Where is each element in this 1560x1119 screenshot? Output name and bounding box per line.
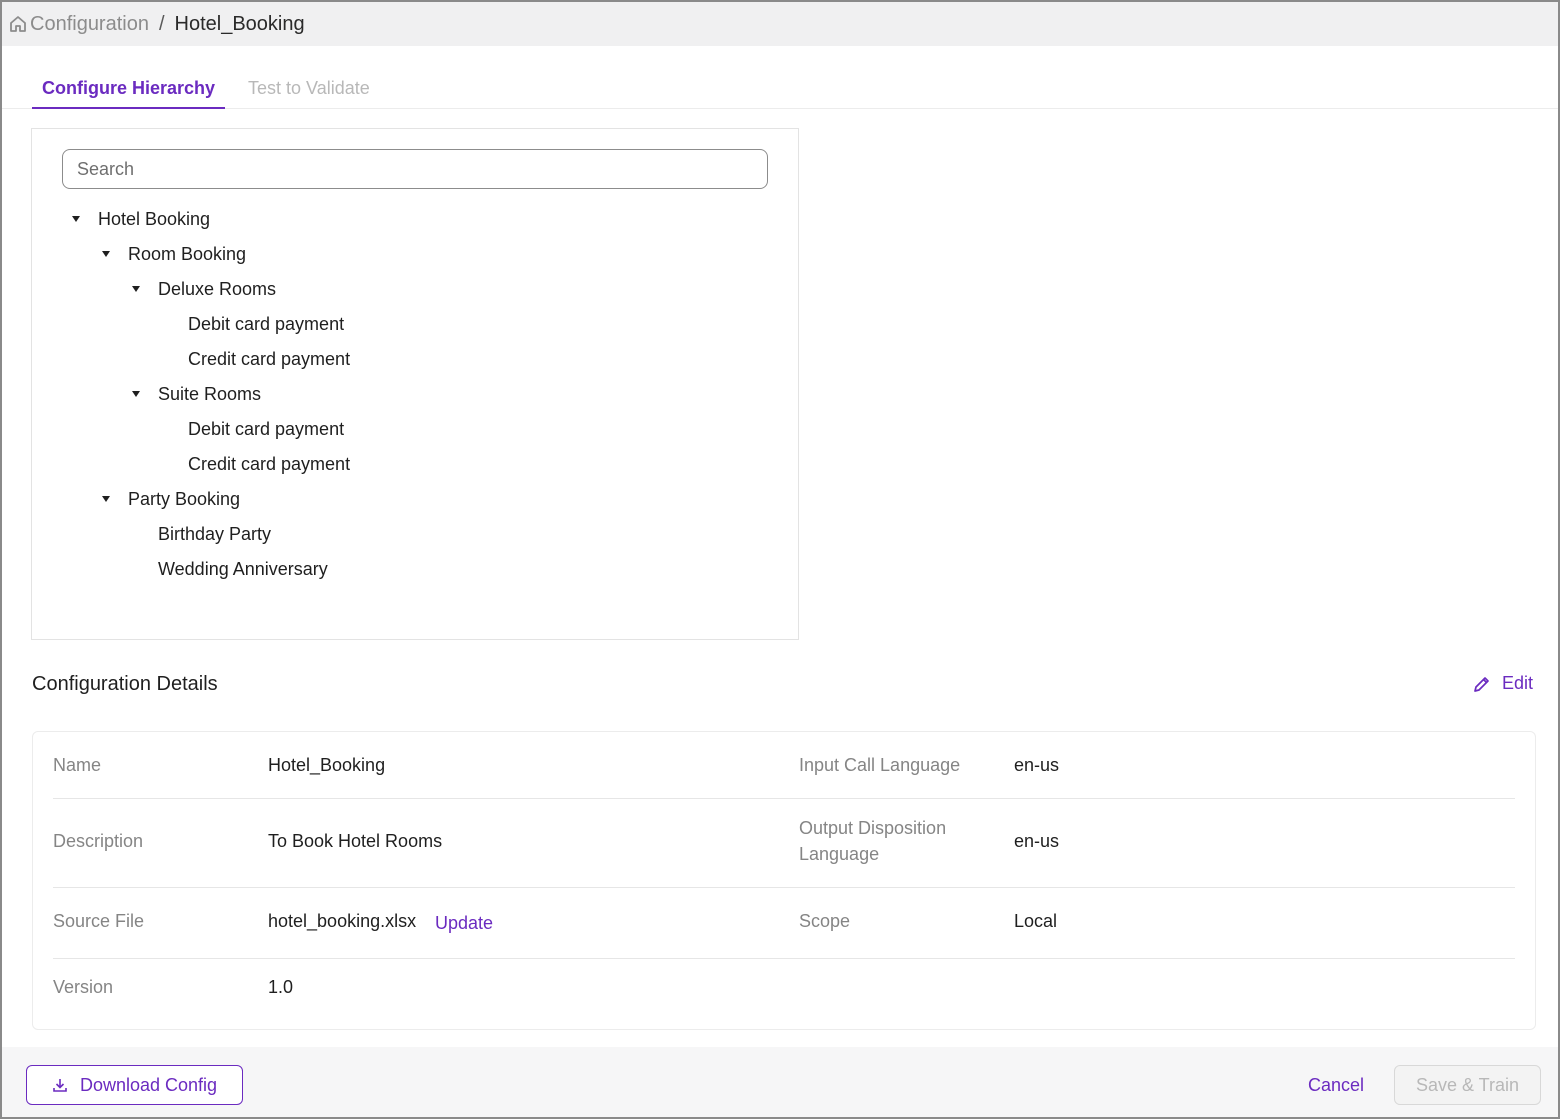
- tree-node-suite-debit[interactable]: Debit card payment: [188, 415, 344, 443]
- scope-value: Local: [1014, 911, 1058, 931]
- tree-node-label: Credit card payment: [188, 453, 351, 474]
- input-call-language-label: Input Call Language: [799, 755, 961, 775]
- breadcrumb: Configuration / Hotel_Booking: [2, 2, 1558, 46]
- output-label-line2: Language: [799, 844, 880, 864]
- tab-bar: Configure Hierarchy Test to Validate: [2, 46, 1558, 109]
- tree-node-label: Deluxe Rooms: [158, 278, 277, 299]
- cancel-button[interactable]: Cancel: [1308, 1075, 1364, 1096]
- tab-configure-hierarchy[interactable]: Configure Hierarchy: [32, 78, 226, 109]
- scope-label: Scope: [799, 911, 851, 931]
- app-window: Configuration / Hotel_Booking Configure …: [0, 0, 1560, 1119]
- tree-node-label: Hotel Booking: [98, 208, 211, 229]
- download-icon: [53, 1079, 67, 1092]
- caret-down-icon[interactable]: [102, 496, 110, 502]
- update-link[interactable]: Update: [435, 910, 493, 936]
- breadcrumb-separator: /: [158, 12, 165, 35]
- configuration-details-card: Name Hotel_Booking Input Call Language e…: [32, 731, 1536, 1030]
- source-file-label: Source File: [53, 911, 145, 931]
- tree-node-birthday-party[interactable]: Birthday Party: [158, 520, 271, 548]
- output-disposition-language-value: en-us: [1014, 831, 1060, 851]
- tree-node-label: Room Booking: [128, 243, 247, 264]
- search-input[interactable]: [62, 149, 768, 189]
- home-icon[interactable]: [8, 14, 28, 34]
- row-divider: [53, 798, 1515, 799]
- source-file-value: hotel_booking.xlsx: [268, 911, 417, 931]
- description-label: Description: [53, 831, 144, 851]
- save-and-train-button[interactable]: Save & Train: [1394, 1065, 1541, 1105]
- tree-node-deluxe-credit[interactable]: Credit card payment: [188, 345, 350, 373]
- breadcrumb-parent[interactable]: Configuration: [30, 13, 149, 36]
- caret-down-icon[interactable]: [102, 251, 110, 257]
- tree-node-suite-credit[interactable]: Credit card payment: [188, 450, 350, 478]
- pencil-icon: [1474, 676, 1489, 692]
- tree-node-label: Wedding Anniversary: [158, 558, 328, 579]
- footer-bar: Download Config Cancel Save & Train: [2, 1047, 1558, 1117]
- tree-node-party-booking[interactable]: Party Booking: [102, 485, 240, 513]
- tab-test-to-validate[interactable]: Test to Validate: [238, 78, 380, 109]
- tree-node-deluxe-debit[interactable]: Debit card payment: [188, 310, 344, 338]
- caret-down-icon[interactable]: [72, 216, 80, 222]
- input-call-language-value: en-us: [1014, 755, 1060, 775]
- row-divider: [53, 958, 1515, 959]
- tree-node-hotel-booking[interactable]: Hotel Booking: [72, 205, 210, 233]
- tree-node-label: Debit card payment: [188, 418, 345, 439]
- tree-node-label: Suite Rooms: [158, 383, 262, 404]
- row-divider: [53, 887, 1515, 888]
- version-value: 1.0: [268, 977, 294, 997]
- output-label-line1: Output Disposition: [799, 818, 947, 838]
- output-disposition-language-label: Output Disposition Language: [799, 815, 946, 867]
- breadcrumb-current: Hotel_Booking: [174, 12, 305, 35]
- caret-down-icon[interactable]: [132, 391, 140, 397]
- version-label: Version: [53, 977, 114, 997]
- name-label: Name: [53, 755, 102, 775]
- tree-node-label: Party Booking: [128, 488, 241, 509]
- edit-button[interactable]: Edit: [1472, 673, 1533, 694]
- tree-node-wedding-anniversary[interactable]: Wedding Anniversary: [158, 555, 328, 583]
- tree-node-suite-rooms[interactable]: Suite Rooms: [132, 380, 261, 408]
- tree-node-label: Credit card payment: [188, 348, 351, 369]
- description-value: To Book Hotel Rooms: [268, 831, 443, 851]
- tree-node-deluxe-rooms[interactable]: Deluxe Rooms: [132, 275, 276, 303]
- download-config-label: Download Config: [79, 1074, 218, 1095]
- configuration-details-title: Configuration Details: [32, 673, 218, 695]
- caret-down-icon[interactable]: [132, 286, 140, 292]
- tree-node-label: Debit card payment: [188, 313, 345, 334]
- name-value: Hotel_Booking: [268, 755, 386, 775]
- hierarchy-tree-panel: Hotel Booking Room Booking Deluxe Rooms …: [31, 128, 799, 640]
- edit-label: Edit: [1502, 673, 1534, 693]
- tree-node-room-booking[interactable]: Room Booking: [102, 240, 246, 268]
- download-config-button[interactable]: Download Config: [26, 1065, 243, 1105]
- tree-node-label: Birthday Party: [158, 523, 272, 544]
